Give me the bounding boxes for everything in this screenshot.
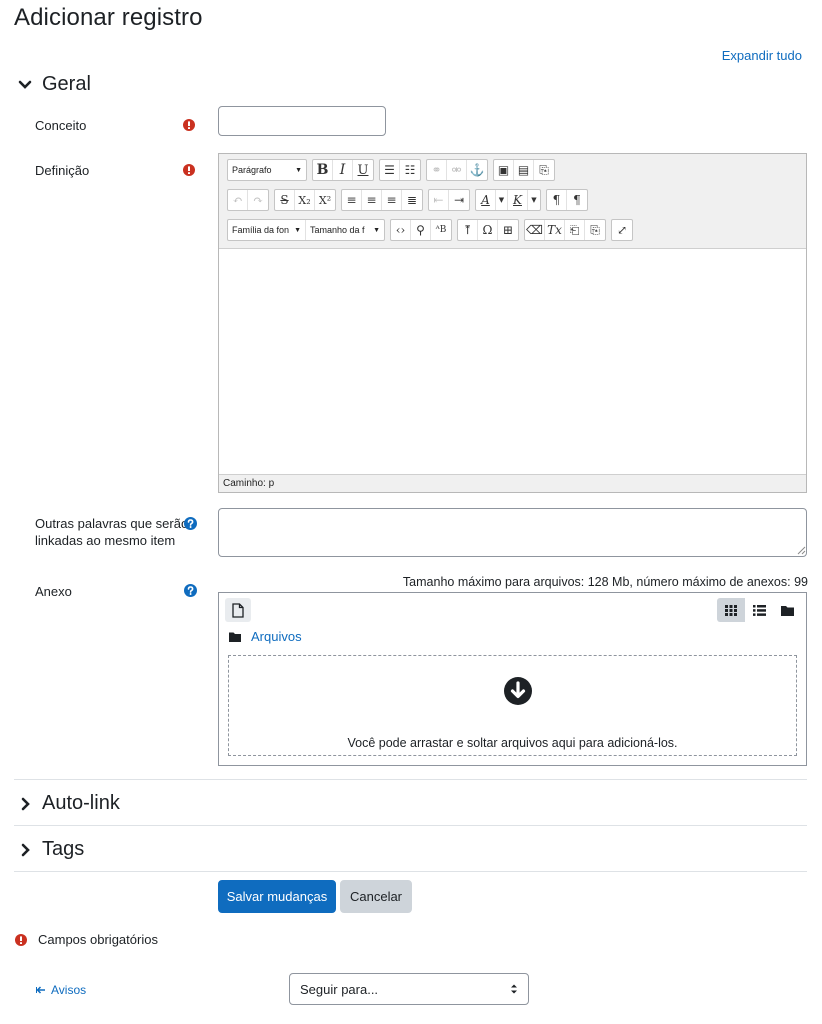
required-icon (183, 119, 195, 131)
special-char-icon[interactable]: Ω (478, 220, 498, 240)
section-general-title: Geral (42, 73, 91, 95)
required-icon (15, 934, 27, 946)
file-icon (232, 602, 244, 618)
remove-format-icon[interactable]: Tx (545, 220, 565, 240)
superscript-button[interactable]: X² (315, 190, 335, 210)
drop-zone-hint: Você pode arrastar e soltar arquivos aqu… (347, 736, 678, 750)
link-icon[interactable]: ⚭ (427, 160, 447, 180)
section-autolink-title: Auto-link (42, 792, 120, 814)
unlink-icon[interactable]: ⚮ (447, 160, 467, 180)
html-source-icon[interactable]: ‹› (391, 220, 411, 240)
chevron-right-icon (21, 797, 30, 810)
definition-label: Definição (35, 163, 90, 178)
strikethrough-button[interactable]: S (275, 190, 295, 210)
attachment-label: Anexo (35, 584, 72, 599)
grid-icon (725, 604, 737, 616)
background-color-dropdown-icon[interactable]: ▼ (528, 190, 540, 210)
format-select[interactable]: Parágrafo ▼ (228, 160, 306, 180)
file-manager: Arquivos Você pode arrastar e soltar arq… (218, 592, 807, 766)
page-title: Adicionar registro (14, 4, 203, 31)
align-left-icon[interactable]: ≡ (342, 190, 362, 210)
view-icons-button[interactable] (717, 598, 745, 622)
bold-button[interactable]: B (313, 160, 333, 180)
section-general-toggle[interactable]: Geral (18, 73, 91, 96)
aliases-label-line2: linkadas ao mesmo item (35, 533, 176, 548)
indent-icon[interactable]: ⇥ (449, 190, 469, 210)
media-icon[interactable]: ▤ (514, 160, 534, 180)
anchor-icon[interactable]: ⚓ (467, 160, 487, 180)
help-icon[interactable] (184, 517, 197, 530)
chevron-right-icon (21, 843, 30, 856)
text-color-icon[interactable]: A (476, 190, 496, 210)
jump-to-select[interactable]: Seguir para... (289, 973, 529, 1005)
redo-icon[interactable]: ↷ (248, 190, 268, 210)
add-file-button[interactable] (225, 598, 251, 622)
outdent-icon[interactable]: ⇤ (429, 190, 449, 210)
concept-label: Conceito (35, 118, 87, 133)
section-tags-toggle[interactable]: Tags (18, 838, 84, 861)
paste-text-icon[interactable]: ⎗ (565, 220, 585, 240)
folder-icon (780, 605, 794, 616)
font-family-select[interactable]: Família da fon ▼ (228, 220, 306, 240)
required-icon (183, 164, 195, 176)
arrow-left-icon (36, 986, 45, 994)
download-circle-icon (504, 677, 532, 705)
view-tree-button[interactable] (773, 598, 801, 622)
expand-all-link[interactable]: Expandir tudo (722, 48, 802, 63)
text-transform-icon[interactable]: ᴬB (431, 220, 451, 240)
view-list-button[interactable] (745, 598, 773, 622)
aliases-textarea[interactable] (218, 508, 807, 557)
undo-icon[interactable]: ↶ (228, 190, 248, 210)
select-arrows-icon (511, 984, 517, 994)
editor-content-area[interactable] (219, 249, 806, 474)
subscript-button[interactable]: X₂ (295, 190, 315, 210)
manage-files-icon[interactable]: ⎘ (534, 160, 554, 180)
breadcrumb: Arquivos (229, 629, 302, 644)
section-divider (14, 825, 807, 826)
chevron-down-icon (18, 80, 32, 89)
editor-path: Caminho: p (219, 474, 806, 492)
paste-word-icon[interactable]: ⎘ (585, 220, 605, 240)
help-icon[interactable] (184, 584, 197, 597)
table-icon[interactable]: ⊞ (498, 220, 518, 240)
underline-button[interactable]: U (353, 160, 373, 180)
jump-to-value: Seguir para... (300, 981, 379, 997)
previous-activity-label: Avisos (51, 983, 87, 997)
align-justify-icon[interactable]: ≣ (402, 190, 422, 210)
ltr-icon[interactable]: ¶ (547, 190, 567, 210)
background-color-icon[interactable]: K (508, 190, 528, 210)
align-center-icon[interactable]: ≡ (362, 190, 382, 210)
breadcrumb-folder-link[interactable]: Arquivos (251, 629, 302, 644)
resize-handle-icon[interactable] (797, 546, 806, 555)
attachment-limits: Tamanho máximo para arquivos: 128 Mb, nú… (402, 575, 808, 589)
image-icon[interactable]: ▣ (494, 160, 514, 180)
bullet-list-icon[interactable]: ☰ (380, 160, 400, 180)
italic-button[interactable]: I (333, 160, 353, 180)
folder-icon (229, 632, 241, 642)
cancel-button[interactable]: Cancelar (340, 880, 412, 913)
previous-activity-link[interactable]: Avisos (36, 983, 86, 997)
editor-toolbar: Parágrafo ▼ B I U ☰ ☷ ⚭ ⚮ ⚓ ▣ ▤ ⎘ ↶ ↷ S … (219, 154, 806, 249)
definition-editor[interactable]: Parágrafo ▼ B I U ☰ ☷ ⚭ ⚮ ⚓ ▣ ▤ ⎘ ↶ ↷ S … (218, 153, 807, 493)
section-tags-title: Tags (42, 838, 85, 860)
file-drop-zone[interactable]: Você pode arrastar e soltar arquivos aqu… (228, 655, 797, 756)
view-switcher (717, 598, 801, 622)
numbered-list-icon[interactable]: ☷ (400, 160, 420, 180)
list-icon (752, 604, 766, 616)
required-fields-note: Campos obrigatórios (38, 932, 158, 947)
clear-format-icon[interactable]: ⌫ (525, 220, 545, 240)
rtl-icon[interactable]: ¶ (567, 190, 587, 210)
upload-icon[interactable]: ⤒ (458, 220, 478, 240)
save-button[interactable]: Salvar mudanças (218, 880, 336, 913)
section-divider (14, 779, 807, 780)
aliases-label: Outras palavras que serão (35, 516, 189, 531)
fullscreen-icon[interactable]: ⤢ (612, 220, 632, 240)
find-replace-icon[interactable]: ⚲ (411, 220, 431, 240)
font-size-select[interactable]: Tamanho da f ▼ (306, 220, 384, 240)
align-right-icon[interactable]: ≡ (382, 190, 402, 210)
text-color-dropdown-icon[interactable]: ▼ (496, 190, 508, 210)
section-autolink-toggle[interactable]: Auto-link (18, 792, 120, 815)
section-divider (14, 871, 807, 872)
concept-input[interactable] (218, 106, 386, 136)
